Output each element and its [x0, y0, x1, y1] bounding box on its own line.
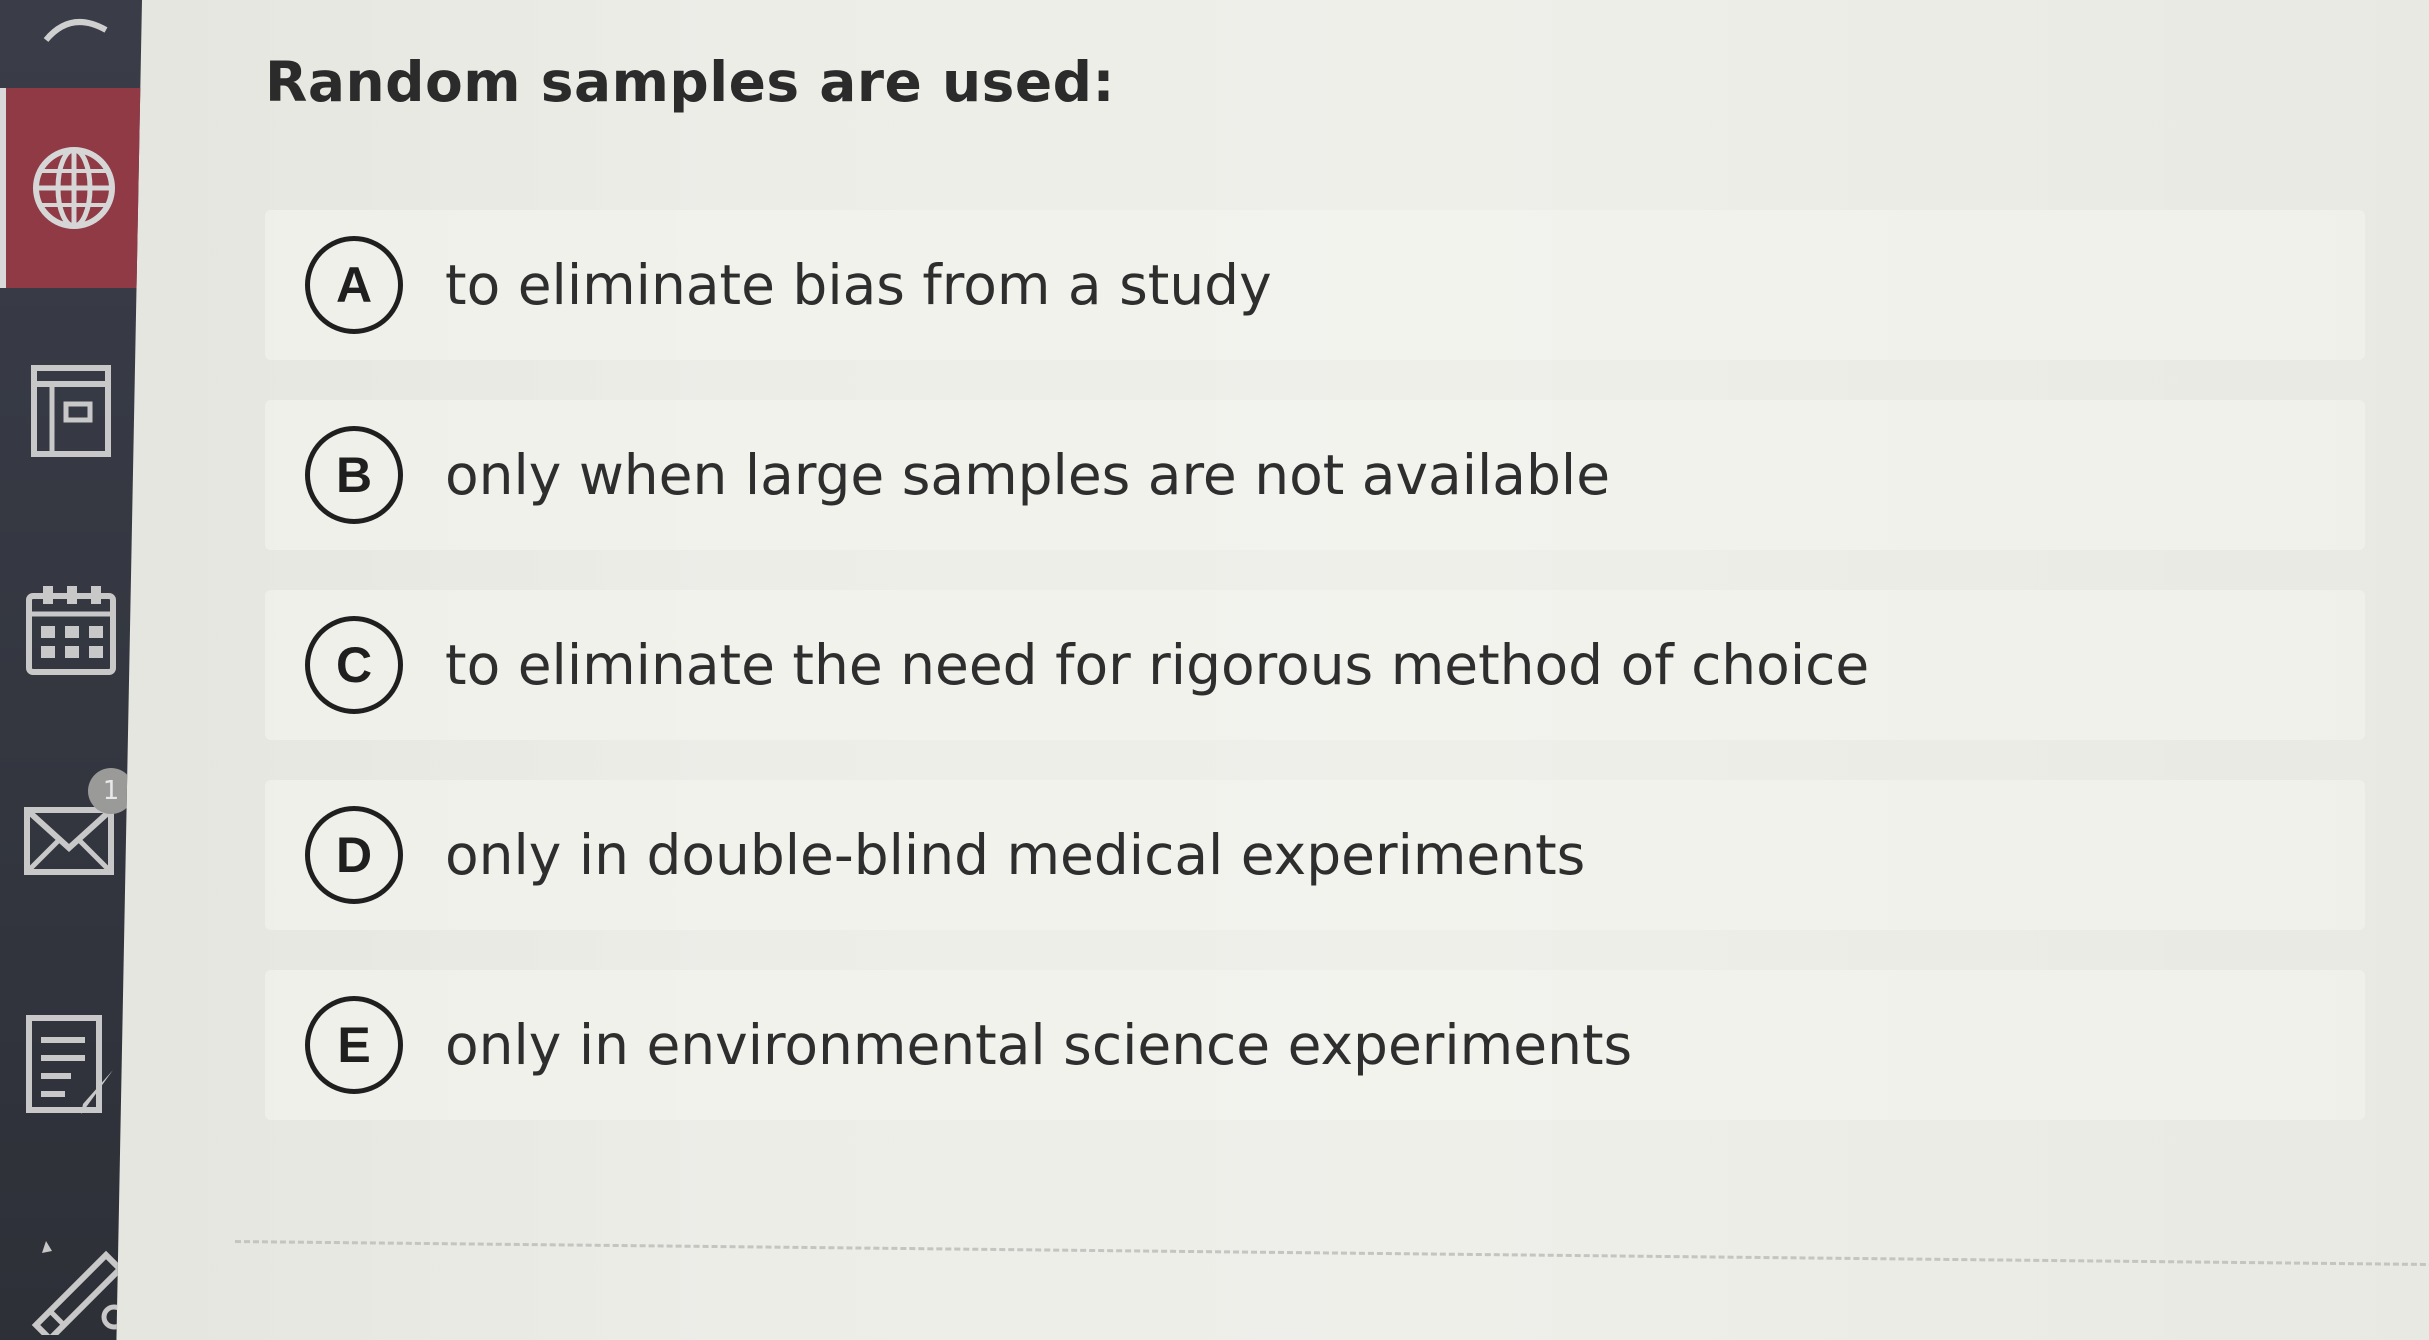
choice-a[interactable]: A to eliminate bias from a study: [265, 210, 2365, 360]
sidebar-item-notes[interactable]: [0, 990, 142, 1140]
sidebar-item-window[interactable]: [0, 340, 142, 480]
choice-text-e[interactable]: only in environmental science experiment…: [445, 1013, 1632, 1077]
sidebar-item-pencil[interactable]: [0, 1220, 142, 1340]
notes-icon: [26, 1015, 113, 1114]
choice-c[interactable]: C to eliminate the need for rigorous met…: [265, 590, 2365, 740]
pencil-icon: [31, 1241, 126, 1335]
choice-e[interactable]: E only in environmental science experime…: [265, 970, 2365, 1120]
arc-icon: [43, 19, 108, 42]
choice-b[interactable]: B only when large samples are not availa…: [265, 400, 2365, 550]
choice-text-d[interactable]: only in double-blind medical experiments: [445, 823, 1585, 887]
choice-letter-b[interactable]: B: [305, 426, 403, 524]
app-frame: 1 Random samples are used: A to eliminat…: [0, 0, 2429, 1340]
choice-letter-c[interactable]: C: [305, 616, 403, 714]
sidebar-item-mail[interactable]: 1: [0, 760, 142, 910]
choice-d[interactable]: D only in double-blind medical experimen…: [265, 780, 2365, 930]
choice-text-a[interactable]: to eliminate bias from a study: [445, 253, 1272, 317]
globe-icon: [33, 147, 115, 229]
choice-letter-e[interactable]: E: [305, 996, 403, 1094]
notification-badge: 1: [88, 768, 134, 814]
window-icon: [31, 365, 111, 457]
question-text: Random samples are used:: [265, 50, 1116, 114]
question-panel: Random samples are used: A to eliminate …: [265, 50, 2389, 1120]
section-divider: [234, 1240, 2429, 1267]
choice-text-b[interactable]: only when large samples are not availabl…: [445, 443, 1610, 507]
choice-letter-d[interactable]: D: [305, 806, 403, 904]
sidebar-item-calendar[interactable]: [0, 560, 142, 700]
choice-text-c[interactable]: to eliminate the need for rigorous metho…: [445, 633, 1869, 697]
answer-choices: A to eliminate bias from a study B only …: [265, 210, 2365, 1160]
sidebar-item-globe[interactable]: [0, 88, 142, 288]
sidebar: 1: [0, 0, 142, 1340]
choice-letter-a[interactable]: A: [305, 236, 403, 334]
sidebar-item-top[interactable]: [0, 0, 142, 80]
calendar-icon: [26, 586, 116, 675]
